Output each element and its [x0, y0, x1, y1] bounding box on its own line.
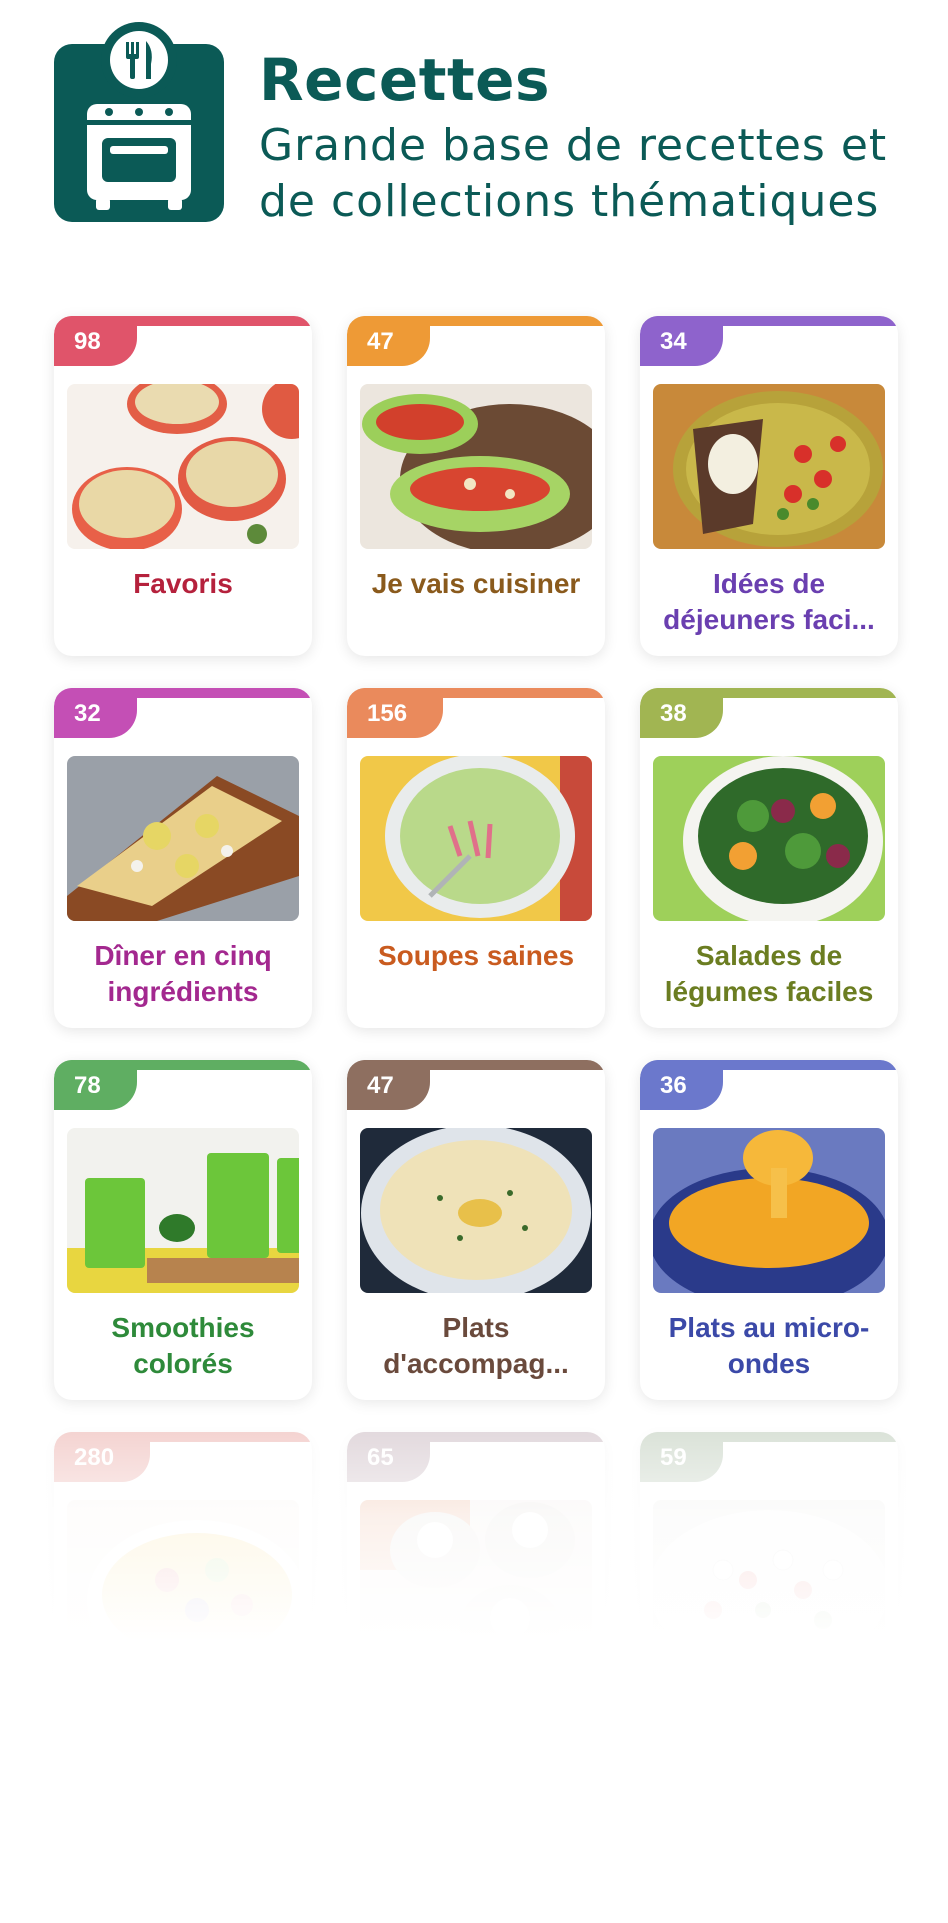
collection-label: Soupes saines: [377, 940, 575, 971]
collection-label: En-cas en 10: [683, 1684, 855, 1715]
collection-image: [360, 1128, 592, 1293]
page-title: Recettes: [259, 46, 551, 114]
count-badge: 65: [347, 1432, 430, 1482]
oven-cutlery-icon: [54, 22, 224, 222]
collection-image: [653, 384, 885, 549]
collection-image: [360, 756, 592, 921]
count-badge: 78: [54, 1060, 137, 1110]
count-badge: 34: [640, 316, 723, 366]
collection-label: Dîner en cinq ingrédients: [94, 940, 272, 1007]
collection-card[interactable]: 38 Salades de légumes faciles: [640, 688, 898, 1028]
collection-label: Je vais cuisiner: [371, 568, 581, 599]
collection-image: [360, 384, 592, 549]
collection-image: [67, 756, 299, 921]
collection-label: Smoothies colorés: [111, 1312, 255, 1379]
collection-card[interactable]: 59 En-cas en 10: [640, 1432, 898, 1772]
collection-card[interactable]: 34 Idées de déjeuners faci...: [640, 316, 898, 656]
collection-image: [67, 384, 299, 549]
collection-image: [653, 756, 885, 921]
collection-card[interactable]: 47 Plats d'accompag...: [347, 1060, 605, 1400]
page-subtitle: Grande base de recettes et de collection…: [259, 120, 888, 227]
count-badge: 47: [347, 1060, 430, 1110]
collection-card[interactable]: 36 Plats au micro-ondes: [640, 1060, 898, 1400]
count-badge: 280: [54, 1432, 151, 1482]
collection-label: Idées de déjeuners faci...: [663, 568, 875, 635]
collection-label: Desserts: [416, 1684, 536, 1715]
collection-label: Ce que les: [112, 1684, 254, 1715]
collection-image: [67, 1500, 299, 1665]
count-badge: 59: [640, 1432, 723, 1482]
count-badge: 98: [54, 316, 137, 366]
collection-image: [653, 1128, 885, 1293]
collection-label: Salades de légumes faciles: [664, 940, 874, 1007]
collection-card[interactable]: 32 Dîner en cinq ingrédients: [54, 688, 312, 1028]
collection-card[interactable]: 98 Favoris: [54, 316, 312, 656]
collection-image: [360, 1500, 592, 1665]
collection-image: [653, 1500, 885, 1665]
collection-card[interactable]: 280 Ce que les: [54, 1432, 312, 1772]
count-badge: 32: [54, 688, 137, 738]
count-badge: 47: [347, 316, 430, 366]
collection-card[interactable]: 47 Je vais cuisiner: [347, 316, 605, 656]
collection-image: [67, 1128, 299, 1293]
count-badge: 36: [640, 1060, 723, 1110]
collection-card[interactable]: 65 Desserts: [347, 1432, 605, 1772]
page-header: Recettes Grande base de recettes et de c…: [54, 22, 934, 227]
count-badge: 156: [347, 688, 444, 738]
collection-card[interactable]: 156 Soupes saines: [347, 688, 605, 1028]
collection-label: Favoris: [133, 568, 233, 599]
collection-label: Plats au micro-ondes: [668, 1312, 870, 1379]
collection-card[interactable]: 78 Smoothies colorés: [54, 1060, 312, 1400]
count-badge: 38: [640, 688, 723, 738]
collection-label: Plats d'accompag...: [383, 1312, 569, 1379]
